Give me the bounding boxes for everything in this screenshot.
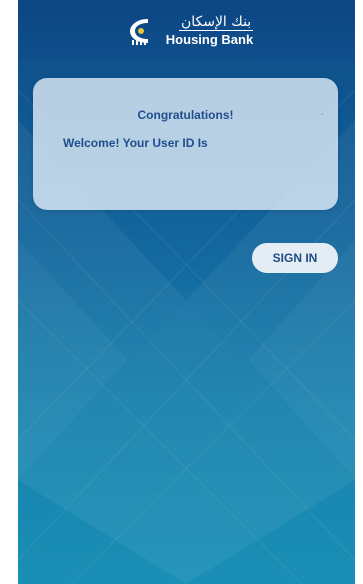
app-header: بنك الإسكان Housing Bank [18, 0, 355, 62]
logo-wordmark: بنك الإسكان Housing Bank [165, 14, 254, 48]
sign-in-button[interactable]: SIGN IN [252, 243, 338, 273]
dialog-title: Congratulations! [137, 108, 234, 122]
dialog-close-icon[interactable]: - [320, 108, 324, 120]
dialog-message: Welcome! Your User ID Is [63, 136, 208, 150]
welcome-dialog: Congratulations! - Welcome! Your User ID… [33, 78, 338, 210]
bank-emblem-icon [126, 16, 160, 46]
app-screen: بنك الإسكان Housing Bank Congratulations… [18, 0, 355, 584]
logo-arabic-name: بنك الإسكان [178, 14, 254, 31]
housing-bank-logo: بنك الإسكان Housing Bank [126, 14, 254, 48]
logo-english-name: Housing Bank [165, 32, 254, 47]
